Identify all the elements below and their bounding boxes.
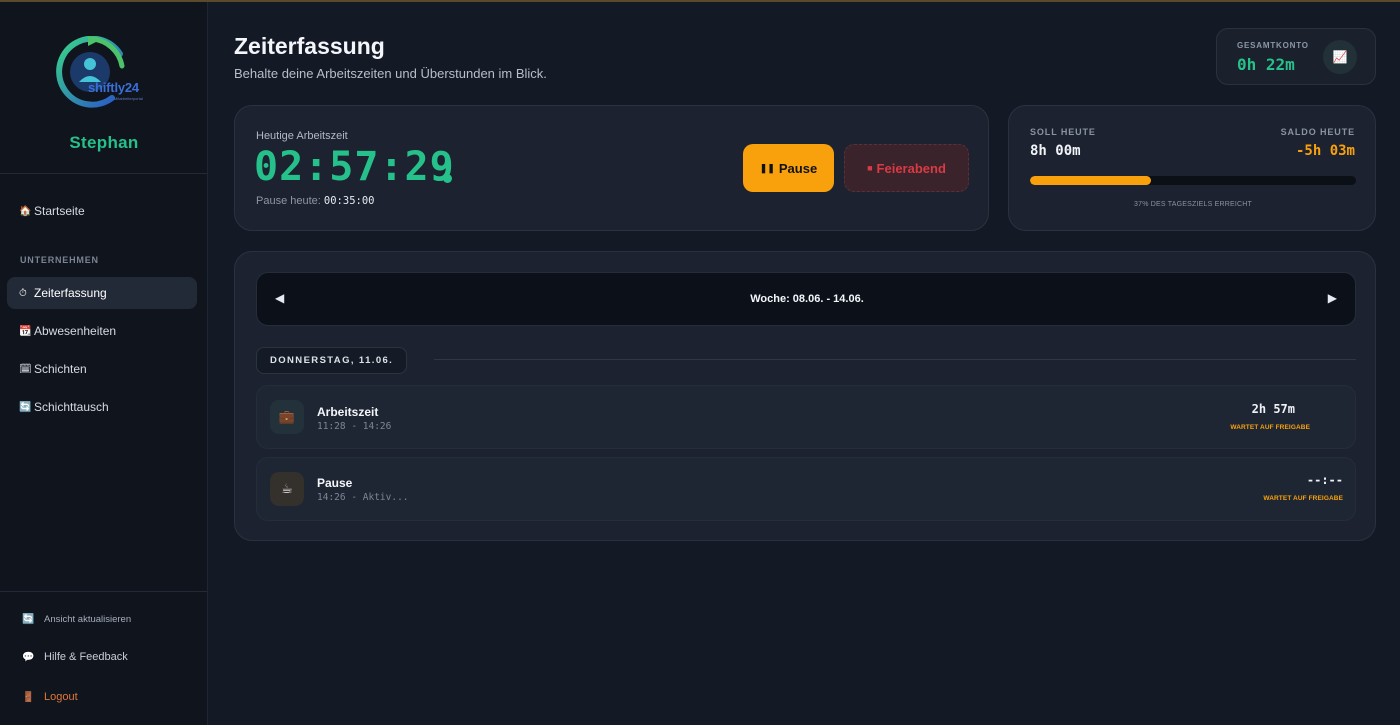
day-header: DONNERSTAG, 11.06. [256, 347, 408, 374]
saldo-heute-label: SALDO HEUTE [1280, 127, 1355, 137]
sidebar-section-label: UNTERNEHMEN [20, 255, 99, 265]
week-navigator: ◀ Woche: 08.06. - 14.06. ▶ [256, 272, 1356, 326]
triangle-right-icon[interactable]: ▶ [1328, 291, 1337, 305]
pause-today-label: Pause heute: [256, 195, 321, 207]
gesamtkonto-label: GESAMTKONTO [1237, 41, 1309, 50]
gesamtkonto-card: GESAMTKONTO 0h 22m 📈 [1216, 28, 1376, 85]
sidebar-item-label: Abwesenheiten [34, 324, 117, 338]
entry-time-range: 14:26 - Aktiv... [317, 492, 409, 503]
sidebar-item-abwesenheiten[interactable]: 📆 Abwesenheiten [7, 315, 197, 347]
week-range-label: Woche: 08.06. - 14.06. [750, 293, 864, 305]
entry-time-range: 11:28 - 14:26 [317, 421, 392, 432]
refresh-view-button[interactable]: 🔄 Ansicht aktualisieren [22, 614, 131, 625]
soll-heute-label: SOLL HEUTE [1030, 127, 1096, 137]
stop-icon: ■ [867, 163, 873, 173]
sidebar-item-label: Schichttausch [34, 400, 109, 414]
refresh-icon: 🔄 [22, 614, 35, 625]
entry-title: Arbeitszeit [317, 405, 379, 419]
stopwatch-icon: ⏱ [19, 287, 27, 299]
soll-heute-value: 8h 00m [1030, 143, 1081, 159]
time-entry-row[interactable]: 💼 Arbeitszeit 11:28 - 14:26 2h 57m WARTE… [256, 385, 1356, 449]
door-icon: 🚪 [22, 691, 35, 703]
pause-button[interactable]: ❚❚ Pause [743, 144, 834, 192]
today-worktime-label: Heutige Arbeitszeit [256, 130, 348, 142]
worktime-timer: 02:57:29 [254, 144, 455, 190]
logo-tagline: Mitarbeiterportal [114, 96, 143, 101]
entry-duration: --:-- [1306, 473, 1343, 487]
coffee-icon: ☕ [270, 472, 304, 506]
swap-icon: 🔄 [19, 401, 32, 413]
help-feedback-button[interactable]: 💬 Hilfe & Feedback [22, 651, 128, 663]
feierabend-button[interactable]: ■ Feierabend [844, 144, 969, 192]
pause-button-label: Pause [778, 160, 818, 176]
speech-bubble-icon: 💬 [22, 651, 35, 663]
sidebar-item-label: Zeiterfassung [34, 286, 107, 300]
user-name: Stephan [69, 133, 139, 152]
daily-goal-progress-text: 37% DES TAGESZIELS ERREICHT [1134, 201, 1252, 208]
page-title: Zeiterfassung [234, 33, 385, 59]
saldo-heute-value: -5h 03m [1295, 143, 1355, 159]
sidebar-item-label: Schichten [34, 362, 87, 376]
entry-status-badge: WARTET AUF FREIGABE [1230, 424, 1310, 431]
help-feedback-label: Hilfe & Feedback [44, 651, 128, 663]
sidebar-divider [0, 173, 207, 174]
page-subtitle: Behalte deine Arbeitszeiten und Überstun… [234, 66, 547, 81]
calendar-icon: 📆 [19, 325, 32, 337]
daily-goal-progress-fill [1030, 176, 1151, 185]
logout-label: Logout [44, 691, 78, 703]
refresh-view-label: Ansicht aktualisieren [44, 614, 132, 625]
entry-duration: 2h 57m [1251, 402, 1295, 416]
time-entry-row[interactable]: ☕ Pause 14:26 - Aktiv... --:-- WARTET AU… [256, 457, 1356, 521]
target-balance-card: SOLL HEUTE SALDO HEUTE 8h 00m -5h 03m 37… [1008, 105, 1376, 231]
pause-today: Pause heute: 00:35:00 [256, 195, 374, 207]
entry-title: Pause [317, 476, 353, 490]
day-divider [434, 359, 1356, 360]
logo-wordmark: shiftly24 [88, 80, 139, 95]
sidebar-item-schichten[interactable]: 🗓 Schichten [7, 353, 197, 385]
sidebar-footer-divider [0, 591, 207, 592]
top-accent-line [0, 0, 1400, 2]
sidebar-item-label: Startseite [34, 204, 85, 218]
entry-status-badge: WARTET AUF FREIGABE [1263, 495, 1343, 502]
logout-button[interactable]: 🚪 Logout [22, 691, 78, 703]
sidebar-item-schichttausch[interactable]: 🔄 Schichttausch [7, 391, 197, 423]
pause-today-value: 00:35:00 [323, 195, 375, 207]
pause-icon: ❚❚ [759, 162, 775, 173]
briefcase-icon: 💼 [270, 400, 304, 434]
daily-goal-progress-bar [1030, 176, 1356, 185]
week-overview-card: ◀ Woche: 08.06. - 14.06. ▶ DONNERSTAG, 1… [234, 251, 1376, 541]
chart-icon[interactable]: 📈 [1323, 40, 1357, 74]
house-icon: 🏠 [19, 205, 32, 217]
sidebar-item-startseite[interactable]: 🏠 Startseite [7, 195, 197, 227]
sidebar-item-zeiterfassung[interactable]: ⏱ Zeiterfassung [7, 277, 197, 309]
today-worktime-card: Heutige Arbeitszeit 02:57:29 Pause heute… [234, 105, 989, 231]
schedule-icon: 🗓 [19, 363, 32, 375]
sidebar: shiftly24 Mitarbeiterportal Stephan 🏠 St… [0, 2, 208, 725]
live-indicator-dot [443, 174, 452, 183]
gesamtkonto-value: 0h 22m [1237, 55, 1295, 74]
feierabend-button-label: Feierabend [876, 160, 946, 176]
